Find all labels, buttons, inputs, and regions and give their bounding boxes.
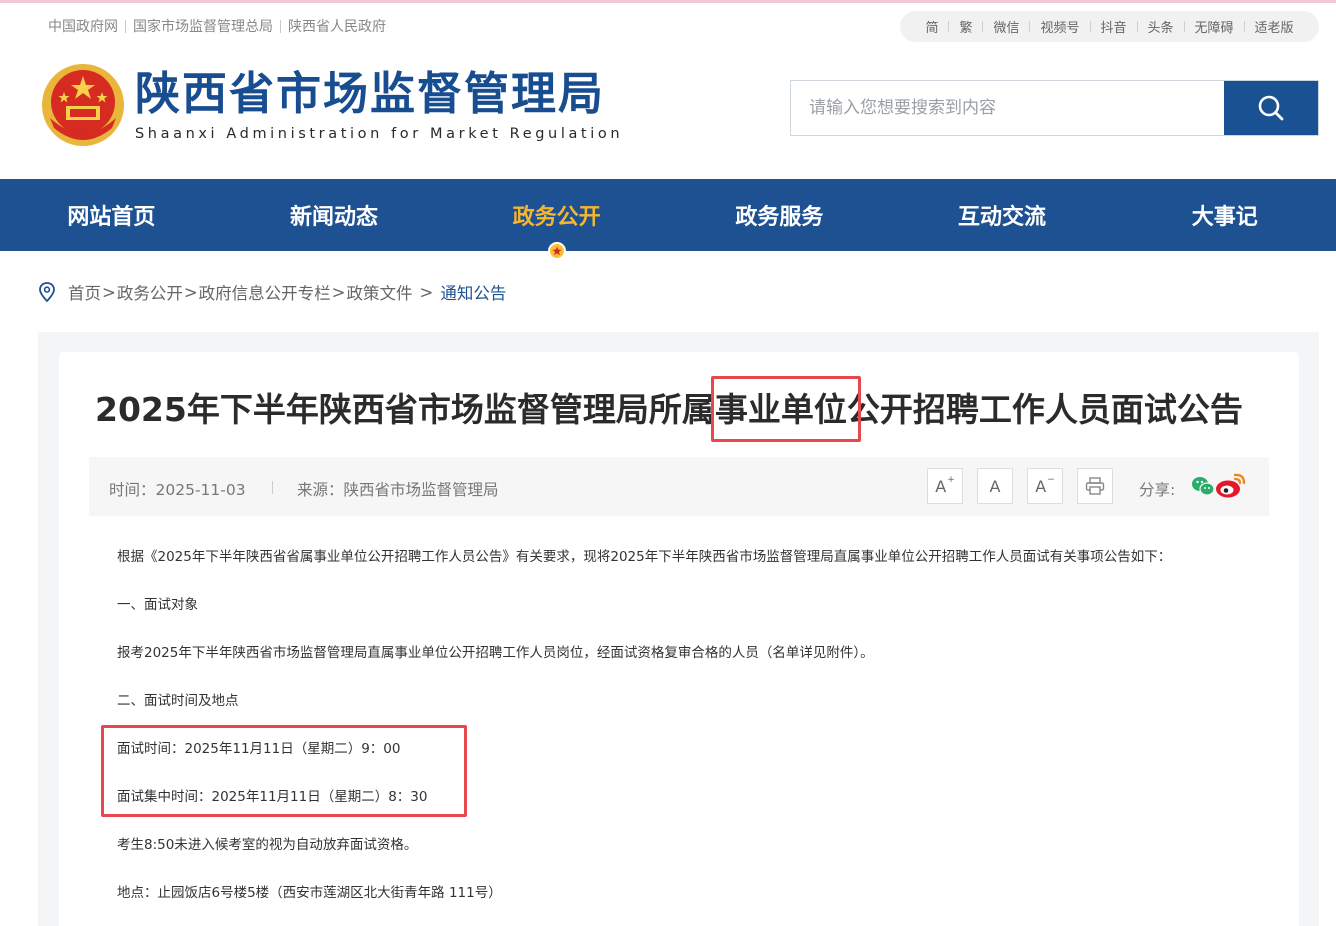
nav-gov-affairs-open[interactable]: 政务公开: [445, 179, 668, 260]
breadcrumb-separator: >: [102, 282, 116, 302]
plus-icon: +: [947, 475, 955, 485]
divider: [1089, 21, 1091, 32]
divider: [125, 19, 126, 33]
site-subtitle: Shaanxi Administration for Market Regula…: [135, 126, 624, 142]
weibo-share-icon[interactable]: [1214, 470, 1248, 500]
highlight-box-times: [101, 725, 467, 817]
section-heading-interview-target: 一、面试对象: [117, 597, 198, 613]
article-title: 2025年下半年陕西省市场监督管理局所属事业单位公开招聘工作人员面试公告: [95, 390, 1243, 429]
nav-gov-services[interactable]: 政务服务: [668, 179, 891, 251]
divider: [982, 21, 984, 32]
divider: [948, 21, 950, 32]
share-label: 分享:: [1139, 481, 1176, 499]
font-decrease-label: A: [1035, 476, 1047, 496]
publish-time: 时间：2025-11-03: [109, 481, 246, 499]
highlight-box-title: [711, 376, 861, 442]
minus-icon: −: [1047, 475, 1055, 485]
top-link-gov-cn[interactable]: 中国政府网: [48, 16, 118, 36]
article-source: 来源：陕西省市场监督管理局: [297, 481, 499, 499]
search-box: [790, 80, 1319, 136]
breadcrumb-info-column[interactable]: 政府信息公开专栏: [199, 280, 331, 304]
tool-wechat[interactable]: 微信: [993, 17, 1019, 36]
main-nav: 网站首页 新闻动态 政务公开 政务服务 互动交流 大事记: [0, 179, 1336, 260]
article-meta-bar: 时间：2025-11-03 来源：陕西省市场监督管理局 A + A A − 分享:: [89, 457, 1269, 516]
nav-news[interactable]: 新闻动态: [223, 179, 446, 251]
paragraph-late-rule: 考生8:50未进入候考室的视为自动放弃面试资格。: [117, 837, 418, 853]
national-emblem-icon[interactable]: [40, 62, 126, 148]
tool-accessibility[interactable]: 无障碍: [1195, 17, 1234, 36]
location-pin-icon: [39, 282, 55, 302]
divider: [1136, 21, 1138, 32]
breadcrumb-gov-affairs[interactable]: 政务公开: [117, 280, 183, 304]
font-default-button[interactable]: A: [977, 468, 1013, 504]
top-link-samr[interactable]: 国家市场监督管理总局: [133, 16, 273, 36]
active-star-icon: [547, 242, 566, 260]
paragraph-interview-target: 报考2025年下半年陕西省市场监督管理局直属事业单位公开招聘工作人员岗位，经面试…: [117, 645, 874, 661]
tool-video-account[interactable]: 视频号: [1040, 17, 1079, 36]
top-link-shaanxi-gov[interactable]: 陕西省人民政府: [288, 16, 386, 36]
search-icon: [1258, 95, 1284, 121]
font-decrease-button[interactable]: A −: [1027, 468, 1063, 504]
breadcrumb-separator: >: [331, 282, 346, 302]
font-default-label: A: [989, 476, 1001, 496]
paragraph-intro: 根据《2025年下半年陕西省省属事业单位公开招聘工作人员公告》有关要求，现将20…: [117, 549, 1172, 565]
top-links: 中国政府网 国家市场监督管理总局 陕西省人民政府: [48, 16, 386, 36]
site-title[interactable]: 陕西省市场监督管理局: [135, 66, 605, 122]
font-increase-button[interactable]: A +: [927, 468, 963, 504]
print-button[interactable]: [1077, 468, 1113, 504]
nav-chronicle[interactable]: 大事记: [1113, 179, 1336, 251]
breadcrumb: 首页 > 政务公开 > 政府信息公开专栏 > 政策文件 > 通知公告: [38, 280, 506, 304]
divider: [1183, 21, 1185, 32]
tool-bar: 简 繁 微信 视频号 抖音 头条 无障碍 适老版: [900, 11, 1319, 42]
font-increase-label: A: [935, 476, 947, 496]
breadcrumb-separator: >: [419, 282, 434, 302]
print-icon: [1085, 477, 1105, 495]
tool-traditional[interactable]: 繁: [959, 17, 972, 36]
section-heading-time-location: 二、面试时间及地点: [117, 693, 239, 709]
breadcrumb-current[interactable]: 通知公告: [440, 280, 506, 304]
divider: [280, 19, 281, 33]
top-accent-line: [0, 0, 1336, 3]
breadcrumb-policy-docs[interactable]: 政策文件: [346, 280, 412, 304]
wechat-share-icon[interactable]: [1191, 475, 1215, 497]
tool-toutiao[interactable]: 头条: [1148, 17, 1174, 36]
tool-simplified[interactable]: 简: [925, 17, 938, 36]
search-input[interactable]: [791, 81, 1224, 135]
breadcrumb-separator: >: [183, 282, 198, 302]
paragraph-location: 地点：止园饭店6号楼5楼（西安市莲湖区北大街青年路 111号）: [117, 885, 502, 901]
nav-interaction[interactable]: 互动交流: [891, 179, 1114, 251]
divider: [272, 481, 273, 494]
divider: [1029, 21, 1031, 32]
nav-home[interactable]: 网站首页: [0, 179, 223, 251]
tool-elderly-mode[interactable]: 适老版: [1255, 17, 1294, 36]
search-button[interactable]: [1224, 81, 1318, 135]
nav-gov-affairs-open-label: 政务公开: [512, 205, 601, 230]
breadcrumb-home[interactable]: 首页: [68, 280, 101, 304]
tool-douyin[interactable]: 抖音: [1101, 17, 1127, 36]
divider: [1243, 21, 1245, 32]
